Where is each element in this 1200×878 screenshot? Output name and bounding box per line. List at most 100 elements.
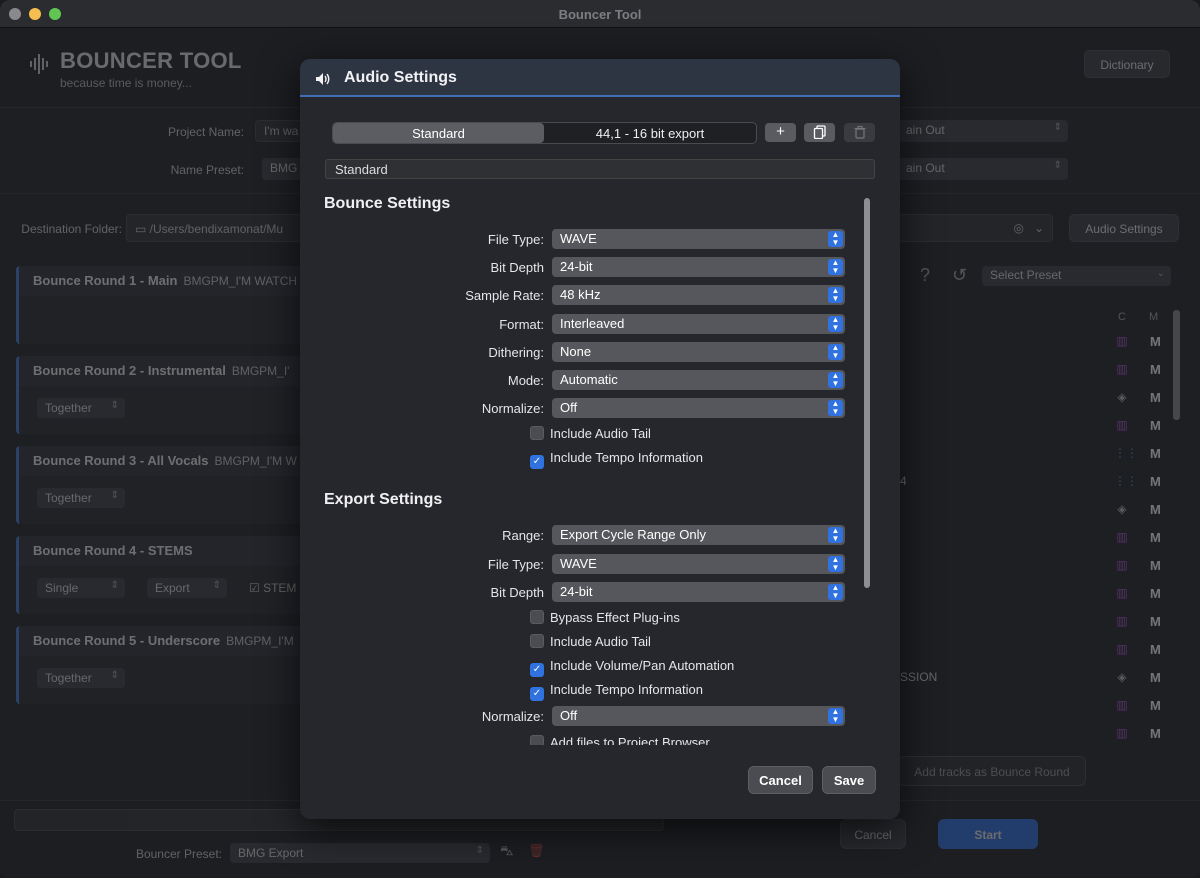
stem-checkbox[interactable]: ☑ STEM <box>249 581 296 595</box>
setting-select[interactable]: WAVE ▲ ▼ <box>552 229 845 249</box>
destination-controls[interactable]: ◎ ⌄ <box>898 214 1053 242</box>
setting-select[interactable]: 24-bit ▲ ▼ <box>552 257 845 278</box>
track-mute-button[interactable]: M <box>1150 698 1164 713</box>
add-preset-button[interactable]: + <box>765 123 796 142</box>
duplicate-preset-button[interactable] <box>804 123 835 142</box>
track-mute-button[interactable]: M <box>1150 614 1164 629</box>
delete-preset-button[interactable] <box>844 123 875 142</box>
chevron-updown-icon: ⇕ <box>1053 160 1062 171</box>
track-type-icon: ▥ <box>1116 558 1128 572</box>
track-mute-button[interactable]: M <box>1150 642 1164 657</box>
dialog-cancel-button[interactable]: Cancel <box>748 766 813 794</box>
track-mute-button[interactable]: M <box>1150 502 1164 517</box>
dialog-scrollbar[interactable] <box>860 194 874 744</box>
dictionary-button[interactable]: Dictionary <box>1084 50 1170 78</box>
round-mode-select[interactable]: Together ⇕ <box>37 488 125 508</box>
track-mute-button[interactable]: M <box>1150 446 1164 461</box>
setting-select[interactable]: Interleaved ▲ ▼ <box>552 313 845 334</box>
round-mode-select[interactable]: Together ⇕ <box>37 398 125 418</box>
track-name-fragment: SSION <box>900 670 938 684</box>
track-mute-button[interactable]: M <box>1150 474 1164 489</box>
setting-select[interactable]: WAVE ▲ ▼ <box>552 553 845 574</box>
setting-checkbox[interactable]: ✓ Include Tempo Information <box>530 450 703 469</box>
track-mute-button[interactable]: M <box>1150 726 1164 741</box>
trash-icon[interactable]: 🗑 <box>528 843 545 859</box>
track-list-scrollbar[interactable] <box>1173 310 1180 420</box>
segment-standard[interactable]: Standard <box>333 123 544 143</box>
setting-label: Bit Depth <box>490 260 544 276</box>
track-mute-button[interactable]: M <box>1150 334 1164 349</box>
track-mute-button[interactable]: M <box>1150 418 1164 433</box>
setting-select[interactable]: Automatic ▲ ▼ <box>552 370 845 390</box>
audio-settings-button[interactable]: Audio Settings <box>1069 214 1179 242</box>
track-mute-button[interactable]: M <box>1150 558 1164 573</box>
scrollbar-thumb[interactable] <box>864 198 870 588</box>
export-normalize-select[interactable]: Off ▲ ▼ <box>552 706 845 726</box>
round-mode-select[interactable]: Together ⇕ <box>37 668 125 688</box>
plus-icon: + <box>776 123 785 140</box>
setting-checkbox[interactable]: Bypass Effect Plug-ins <box>530 610 680 625</box>
checkmark-icon: ☑ <box>249 581 264 595</box>
destination-folder-field[interactable]: ▭ /Users/bendixamonat/Mu <box>126 214 306 242</box>
bounce-round-1[interactable]: Bounce Round 1 - Main BMGPM_I'M WATCH <box>16 266 306 344</box>
track-mute-button[interactable]: M <box>1150 362 1164 377</box>
setting-label: Range: <box>502 528 544 543</box>
select-value: Off <box>560 400 578 416</box>
bounce-round-header: Bounce Round 3 - All Vocals BMGPM_I'M W <box>19 446 306 476</box>
round-mode-select[interactable]: Single ⇕ <box>37 578 125 598</box>
select-value: 48 kHz <box>560 287 601 303</box>
setting-select[interactable]: Off ▲ ▼ <box>552 398 845 419</box>
cancel-button[interactable]: Cancel <box>840 819 906 849</box>
start-button[interactable]: Start <box>938 819 1038 849</box>
setting-select[interactable]: 24-bit ▲ ▼ <box>552 582 845 602</box>
column-header-m: M <box>1149 311 1159 323</box>
setting-select[interactable]: Export Cycle Range Only ▲ ▼ <box>552 525 845 545</box>
output-select-2[interactable]: ain Out ⇕ <box>898 158 1068 180</box>
setting-select[interactable]: 48 kHz ▲ ▼ <box>552 285 845 306</box>
setting-checkbox[interactable]: ✓ Include Volume/Pan Automation <box>530 658 734 677</box>
stepper-icon: ▲ ▼ <box>828 372 843 388</box>
select-preset-dropdown[interactable]: Select Preset ⌄ <box>982 266 1171 286</box>
segment-44-16-export[interactable]: 44,1 - 16 bit export <box>544 123 756 143</box>
select-value: Off <box>560 708 578 723</box>
track-type-icon: ▥ <box>1116 418 1128 432</box>
setting-select[interactable]: None ▲ ▼ <box>552 341 845 362</box>
name-preset-select[interactable]: BMG <box>262 158 304 180</box>
add-to-project-browser-checkbox[interactable]: Add files to Project Browser <box>530 735 710 745</box>
chevron-updown-icon: ⇕ <box>110 400 119 411</box>
setting-label: File Type: <box>487 232 544 247</box>
track-mute-button[interactable]: M <box>1150 670 1164 685</box>
stem-checkbox-label: STEM <box>263 581 297 595</box>
bounce-round-5[interactable]: Bounce Round 5 - Underscore BMGPM_I'M Tog… <box>16 626 306 704</box>
setting-label: Normalize: <box>481 401 544 417</box>
bounce-round-3[interactable]: Bounce Round 3 - All Vocals BMGPM_I'M W T… <box>16 446 306 524</box>
title-bar: Bouncer Tool <box>0 0 1200 28</box>
track-mute-button[interactable]: M <box>1150 390 1164 405</box>
setting-checkbox[interactable]: Include Audio Tail <box>530 426 651 441</box>
round-filename: BMGPM_I'M WATCH <box>183 274 298 288</box>
waveform-logo-icon <box>30 54 50 74</box>
help-icon[interactable]: ? <box>920 265 930 286</box>
setting-checkbox[interactable]: ✓ Include Tempo Information <box>530 682 703 701</box>
output-select-1[interactable]: ain Out ⇕ <box>898 120 1068 142</box>
round-export-select[interactable]: Export ⇕ <box>147 578 227 598</box>
round-mode-label: Together <box>45 671 92 685</box>
bounce-round-2[interactable]: Bounce Round 2 - Instrumental BMGPM_I' To… <box>16 356 306 434</box>
track-type-icon: ▥ <box>1116 726 1128 740</box>
car-icon[interactable]: ⛍ <box>500 843 513 861</box>
bouncer-preset-select[interactable]: BMG Export ⇕ <box>230 843 490 863</box>
track-mute-button[interactable]: M <box>1150 586 1164 601</box>
add-tracks-button[interactable]: Add tracks as Bounce Round <box>898 756 1086 786</box>
setting-label: File Type: <box>487 556 544 572</box>
select-value: Automatic <box>560 372 618 387</box>
name-preset-label: Name Preset: <box>170 163 244 177</box>
preset-name-input[interactable]: Standard <box>325 159 875 179</box>
bounce-round-4[interactable]: Bounce Round 4 - STEMS Single ⇕ Export ⇕ ☑… <box>16 536 306 614</box>
dialog-save-button[interactable]: Save <box>822 766 876 794</box>
project-name-input[interactable]: I'm wa <box>255 120 305 142</box>
revert-icon[interactable]: ↺ <box>952 265 967 286</box>
select-value: WAVE <box>560 555 597 571</box>
setting-checkbox[interactable]: Include Audio Tail <box>530 634 651 649</box>
round-title: Bounce Round 3 - All Vocals <box>33 453 209 468</box>
track-mute-button[interactable]: M <box>1150 530 1164 545</box>
